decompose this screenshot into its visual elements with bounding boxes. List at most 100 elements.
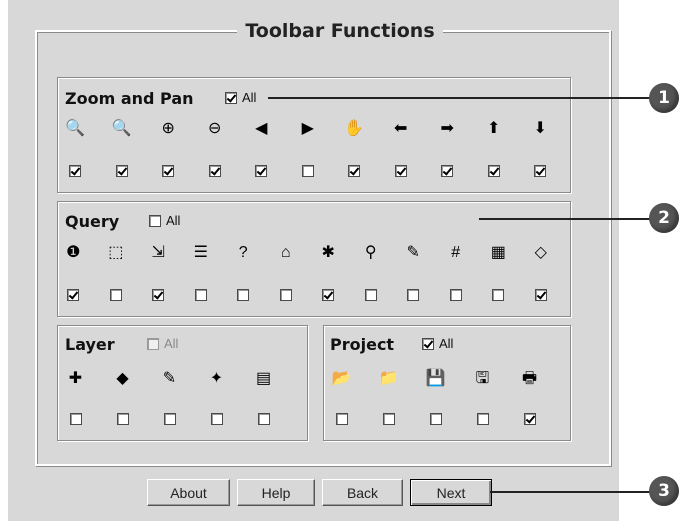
layer-info-icon: ▤: [255, 370, 272, 387]
project-checkbox-1[interactable]: [335, 413, 348, 425]
measure-icon-cell: ⇲: [137, 242, 180, 264]
query-checkbox-8[interactable]: [364, 289, 377, 301]
save-icon: 💾: [425, 370, 446, 387]
zoom-in-rect-icon: 🔍: [65, 120, 86, 137]
layer-checkbox-4[interactable]: [210, 413, 223, 425]
project-checkbox-4[interactable]: [476, 413, 489, 425]
zoom-all-label: All: [242, 90, 257, 105]
zoom-out-rect-icon-cell: 🔍: [99, 118, 146, 140]
query-checkbox-7[interactable]: [322, 289, 335, 301]
zoom-checkbox-8[interactable]: [394, 165, 407, 177]
query-checkbox-9[interactable]: [407, 289, 420, 301]
zoom-checkbox-1[interactable]: [69, 165, 82, 177]
open-project-icon: 📁: [378, 370, 399, 387]
attributes-icon-cell: ☰: [180, 242, 223, 264]
query-all-checkbox[interactable]: [149, 214, 161, 227]
query-checkbox-11[interactable]: [492, 289, 505, 301]
layer-all-label: All: [164, 336, 179, 351]
query-checkbox-12[interactable]: [534, 289, 547, 301]
layer-checkbox-3[interactable]: [163, 413, 176, 425]
back-button[interactable]: Back: [322, 479, 403, 506]
table-icon: ▦: [490, 244, 506, 261]
legend-icon: ✦: [209, 370, 224, 387]
zoom-all-checkbox[interactable]: [225, 91, 237, 104]
select-feature-icon: ⬚: [108, 244, 124, 261]
measure-icon: ⇲: [151, 244, 165, 261]
hyperlink-icon-cell: ✱: [307, 242, 350, 264]
callout-3-badge: 3: [649, 476, 679, 506]
find-address-icon: ⌂: [280, 244, 291, 261]
buffer-icon: #: [451, 244, 461, 261]
project-all-label: All: [439, 336, 454, 351]
save-as-icon-cell: 🖫: [459, 368, 506, 390]
panel-title: Toolbar Functions: [237, 20, 443, 42]
query-all-label: All: [166, 213, 181, 228]
zoom-checkbox-11[interactable]: [534, 165, 547, 177]
query-checkbox-5[interactable]: [237, 289, 250, 301]
zoom-in-icon: ⊕: [161, 120, 175, 137]
callout-2-badge: 2: [649, 203, 679, 233]
print-icon-cell: 🖶: [506, 368, 553, 390]
layer-checkbox-row: [52, 408, 287, 430]
find-address-icon-cell: ⌂: [265, 242, 308, 264]
clear-icon: ◇: [534, 244, 547, 261]
zoom-checkbox-10[interactable]: [487, 165, 500, 177]
project-title: Project: [330, 335, 395, 354]
find-icon-cell: ⚲: [350, 242, 393, 264]
project-checkbox-5[interactable]: [523, 413, 536, 425]
query-checkbox-1[interactable]: [67, 289, 80, 301]
query-checkbox-4[interactable]: [194, 289, 207, 301]
layer-icon-row: ✚ ◆ ✎ ✦ ▤: [52, 368, 287, 390]
zoom-checkbox-6[interactable]: [301, 165, 314, 177]
zoom-checkbox-4[interactable]: [208, 165, 221, 177]
add-layer-icon-cell: ✚: [52, 368, 99, 390]
pan-down-icon-cell: ⬇: [517, 118, 564, 140]
help-button[interactable]: Help: [237, 479, 315, 506]
zoom-checkbox-5[interactable]: [255, 165, 268, 177]
query-checkbox-2[interactable]: [109, 289, 122, 301]
query-checkbox-3[interactable]: [152, 289, 165, 301]
pan-right-icon-cell: ➡: [424, 118, 471, 140]
about-button[interactable]: About: [147, 479, 230, 506]
open-project-icon-cell: 📁: [365, 368, 412, 390]
layer-checkbox-5[interactable]: [257, 413, 270, 425]
layer-properties-icon: ◆: [116, 370, 129, 387]
layer-info-icon-cell: ▤: [240, 368, 287, 390]
project-all-checkbox[interactable]: [422, 337, 434, 350]
zoom-checkbox-7[interactable]: [348, 165, 361, 177]
zoom-checkbox-row: [52, 160, 564, 182]
find-icon: ⚲: [364, 244, 377, 261]
zoom-checkbox-3[interactable]: [162, 165, 175, 177]
layer-all-checkbox[interactable]: [147, 337, 159, 350]
query-checkbox-6[interactable]: [279, 289, 292, 301]
project-all-toggle[interactable]: All: [422, 336, 453, 351]
query-all-toggle[interactable]: All: [149, 213, 180, 228]
pan-down-icon: ⬇: [533, 120, 547, 137]
layer-checkbox-1[interactable]: [69, 413, 82, 425]
query-builder-icon-cell: ?: [222, 242, 265, 264]
pan-hand-icon: ✋: [344, 120, 365, 137]
clear-icon-cell: ◇: [520, 242, 563, 264]
zoom-checkbox-2[interactable]: [115, 165, 128, 177]
zoom-all-toggle[interactable]: All: [225, 90, 256, 105]
layer-title: Layer: [65, 335, 115, 354]
query-checkbox-10[interactable]: [449, 289, 462, 301]
attributes-icon: ☰: [193, 244, 208, 261]
select-icon: ✎: [406, 244, 420, 261]
layer-all-toggle[interactable]: All: [147, 336, 178, 351]
pan-right-icon: ➡: [440, 120, 454, 137]
next-button[interactable]: Next: [410, 479, 492, 506]
pan-hand-icon-cell: ✋: [331, 118, 378, 140]
layer-checkbox-2[interactable]: [116, 413, 129, 425]
callout-1-line: [268, 97, 653, 99]
query-title: Query: [65, 212, 120, 231]
zoom-pan-title: Zoom and Pan: [65, 89, 194, 108]
zoom-checkbox-9[interactable]: [441, 165, 454, 177]
next-extent-icon: ▶: [301, 120, 314, 137]
pan-up-icon: ⬆: [487, 120, 501, 137]
project-checkbox-2[interactable]: [382, 413, 395, 425]
edit-layer-icon-cell: ✎: [146, 368, 193, 390]
pan-left-icon-cell: ⬅: [378, 118, 425, 140]
project-checkbox-3[interactable]: [429, 413, 442, 425]
select-feature-icon-cell: ⬚: [95, 242, 138, 264]
